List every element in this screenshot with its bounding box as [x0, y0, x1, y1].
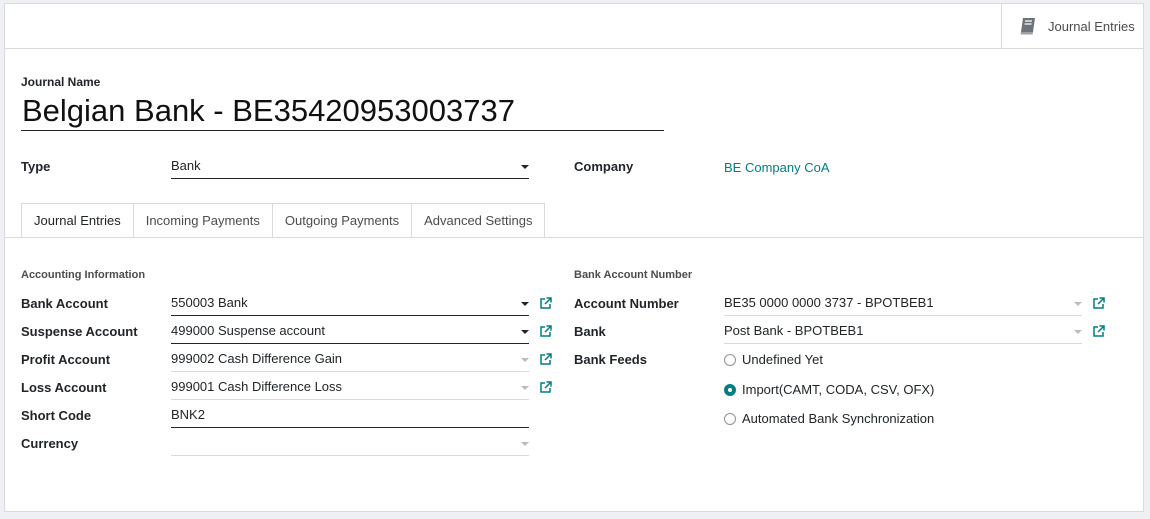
short-code-input[interactable]: BNK2	[171, 404, 529, 428]
radio-unchecked-icon[interactable]	[724, 353, 736, 366]
button-box: Journal Entries	[5, 4, 1143, 49]
tab-outgoing-payments[interactable]: Outgoing Payments	[272, 203, 413, 238]
bank-account-select[interactable]: 550003 Bank	[171, 292, 529, 316]
account-number-select[interactable]: BE35 0000 0000 3737 - BPOTBEB1	[724, 292, 1082, 316]
smart-button-label: Journal Entries	[1048, 18, 1135, 34]
type-value: Bank	[171, 158, 201, 173]
chevron-down-icon	[521, 442, 529, 446]
radio-label: Automated Bank Synchronization	[742, 411, 935, 426]
profit-account-select[interactable]: 999002 Cash Difference Gain	[171, 348, 529, 372]
type-label: Type	[21, 159, 51, 174]
external-link-icon[interactable]	[539, 325, 552, 338]
type-select[interactable]: Bank	[171, 155, 529, 179]
bank-section-title: Bank Account Number	[574, 269, 693, 281]
account-number-value: BE35 0000 0000 3737 - BPOTBEB1	[724, 295, 934, 310]
tab-divider	[5, 237, 1143, 238]
tab-advanced-settings[interactable]: Advanced Settings	[412, 203, 546, 238]
bank-account-value: 550003 Bank	[171, 295, 248, 310]
currency-select[interactable]	[171, 432, 529, 456]
chevron-down-icon	[521, 358, 529, 362]
chevron-down-icon	[521, 330, 529, 334]
radio-label: Undefined Yet	[742, 352, 823, 367]
radio-unchecked-icon[interactable]	[724, 412, 736, 425]
tab-incoming-payments[interactable]: Incoming Payments	[133, 203, 273, 238]
loss-account-value: 999001 Cash Difference Loss	[171, 379, 343, 394]
radio-label: Import(CAMT, CODA, CSV, OFX)	[742, 382, 935, 397]
external-link-icon[interactable]	[539, 353, 552, 366]
bank-account-label: Bank Account	[21, 296, 108, 311]
external-link-icon[interactable]	[539, 297, 552, 310]
external-link-icon[interactable]	[1092, 297, 1105, 310]
short-code-label: Short Code	[21, 408, 92, 423]
chevron-down-icon	[1074, 302, 1082, 306]
tab-journal-entries[interactable]: Journal Entries	[21, 203, 134, 238]
chevron-down-icon	[521, 386, 529, 390]
suspense-account-select[interactable]: 499000 Suspense account	[171, 320, 529, 344]
external-link-icon[interactable]	[1092, 325, 1105, 338]
accounting-section-title: Accounting Information	[21, 269, 146, 281]
notebook-tabs: Journal Entries Incoming Payments Outgoi…	[21, 203, 546, 238]
journal-name-label: Journal Name	[21, 75, 101, 89]
profit-account-label: Profit Account	[21, 352, 111, 367]
profit-account-value: 999002 Cash Difference Gain	[171, 351, 343, 366]
short-code-value: BNK2	[171, 407, 205, 422]
bank-feeds-label: Bank Feeds	[574, 352, 647, 367]
chevron-down-icon	[521, 165, 529, 169]
form-sheet: Journal Entries Journal Name Belgian Ban…	[4, 3, 1144, 512]
suspense-account-label: Suspense Account	[21, 324, 138, 339]
journal-name-input[interactable]: Belgian Bank - BE35420953003737	[21, 92, 664, 131]
company-link[interactable]: BE Company CoA	[724, 160, 830, 175]
external-link-icon[interactable]	[539, 381, 552, 394]
account-number-label: Account Number	[574, 296, 679, 311]
book-icon	[1020, 18, 1035, 35]
currency-label: Currency	[21, 436, 79, 451]
radio-checked-icon[interactable]	[724, 383, 736, 396]
bank-value: Post Bank - BPOTBEB1	[724, 323, 864, 338]
bank-label: Bank	[574, 324, 606, 339]
bank-feeds-option-import[interactable]: Import(CAMT, CODA, CSV, OFX)	[724, 382, 934, 397]
bank-select[interactable]: Post Bank - BPOTBEB1	[724, 320, 1082, 344]
suspense-account-value: 499000 Suspense account	[171, 323, 325, 338]
chevron-down-icon	[1074, 330, 1082, 334]
chevron-down-icon	[521, 302, 529, 306]
bank-feeds-option-undefined[interactable]: Undefined Yet	[724, 352, 823, 367]
loss-account-label: Loss Account	[21, 380, 107, 395]
loss-account-select[interactable]: 999001 Cash Difference Loss	[171, 376, 529, 400]
journal-entries-smart-button[interactable]: Journal Entries	[1001, 4, 1143, 48]
company-label: Company	[574, 159, 634, 174]
bank-feeds-option-automated[interactable]: Automated Bank Synchronization	[724, 411, 934, 426]
